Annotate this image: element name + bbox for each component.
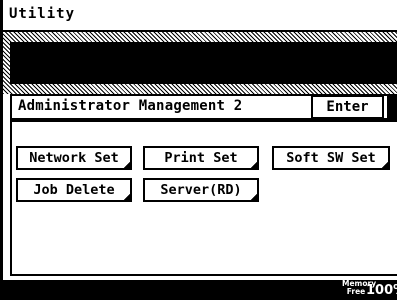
button-corner-mark (249, 160, 259, 170)
print-set-button[interactable]: Print Set (143, 146, 259, 170)
copier-panel-screen: Utility Administrator Management 2 Enter… (0, 0, 397, 300)
button-corner-mark (380, 160, 390, 170)
job-delete-button[interactable]: Job Delete (16, 178, 132, 202)
server-rd-button[interactable]: Server(RD) (143, 178, 259, 202)
print-set-label: Print Set (164, 150, 238, 166)
network-set-label: Network Set (29, 150, 119, 166)
button-corner-mark (249, 192, 259, 202)
panel-left-border (10, 122, 12, 276)
button-corner-mark (122, 160, 132, 170)
window-title: Utility (9, 6, 76, 22)
server-rd-label: Server(RD) (160, 182, 242, 198)
soft-sw-set-button[interactable]: Soft SW Set (272, 146, 390, 170)
enter-button[interactable]: Enter (311, 95, 384, 119)
enter-button-label: Enter (326, 99, 369, 115)
soft-sw-set-label: Soft SW Set (286, 150, 376, 166)
button-corner-mark (122, 192, 132, 202)
memory-free-value: 100% (366, 283, 397, 298)
page-title: Administrator Management 2 (18, 98, 243, 114)
title-bar: Utility (3, 0, 397, 30)
status-bar (3, 280, 397, 300)
panel-bottom-border (10, 274, 397, 276)
message-area (10, 42, 397, 84)
network-set-button[interactable]: Network Set (16, 146, 132, 170)
job-delete-label: Job Delete (33, 182, 115, 198)
